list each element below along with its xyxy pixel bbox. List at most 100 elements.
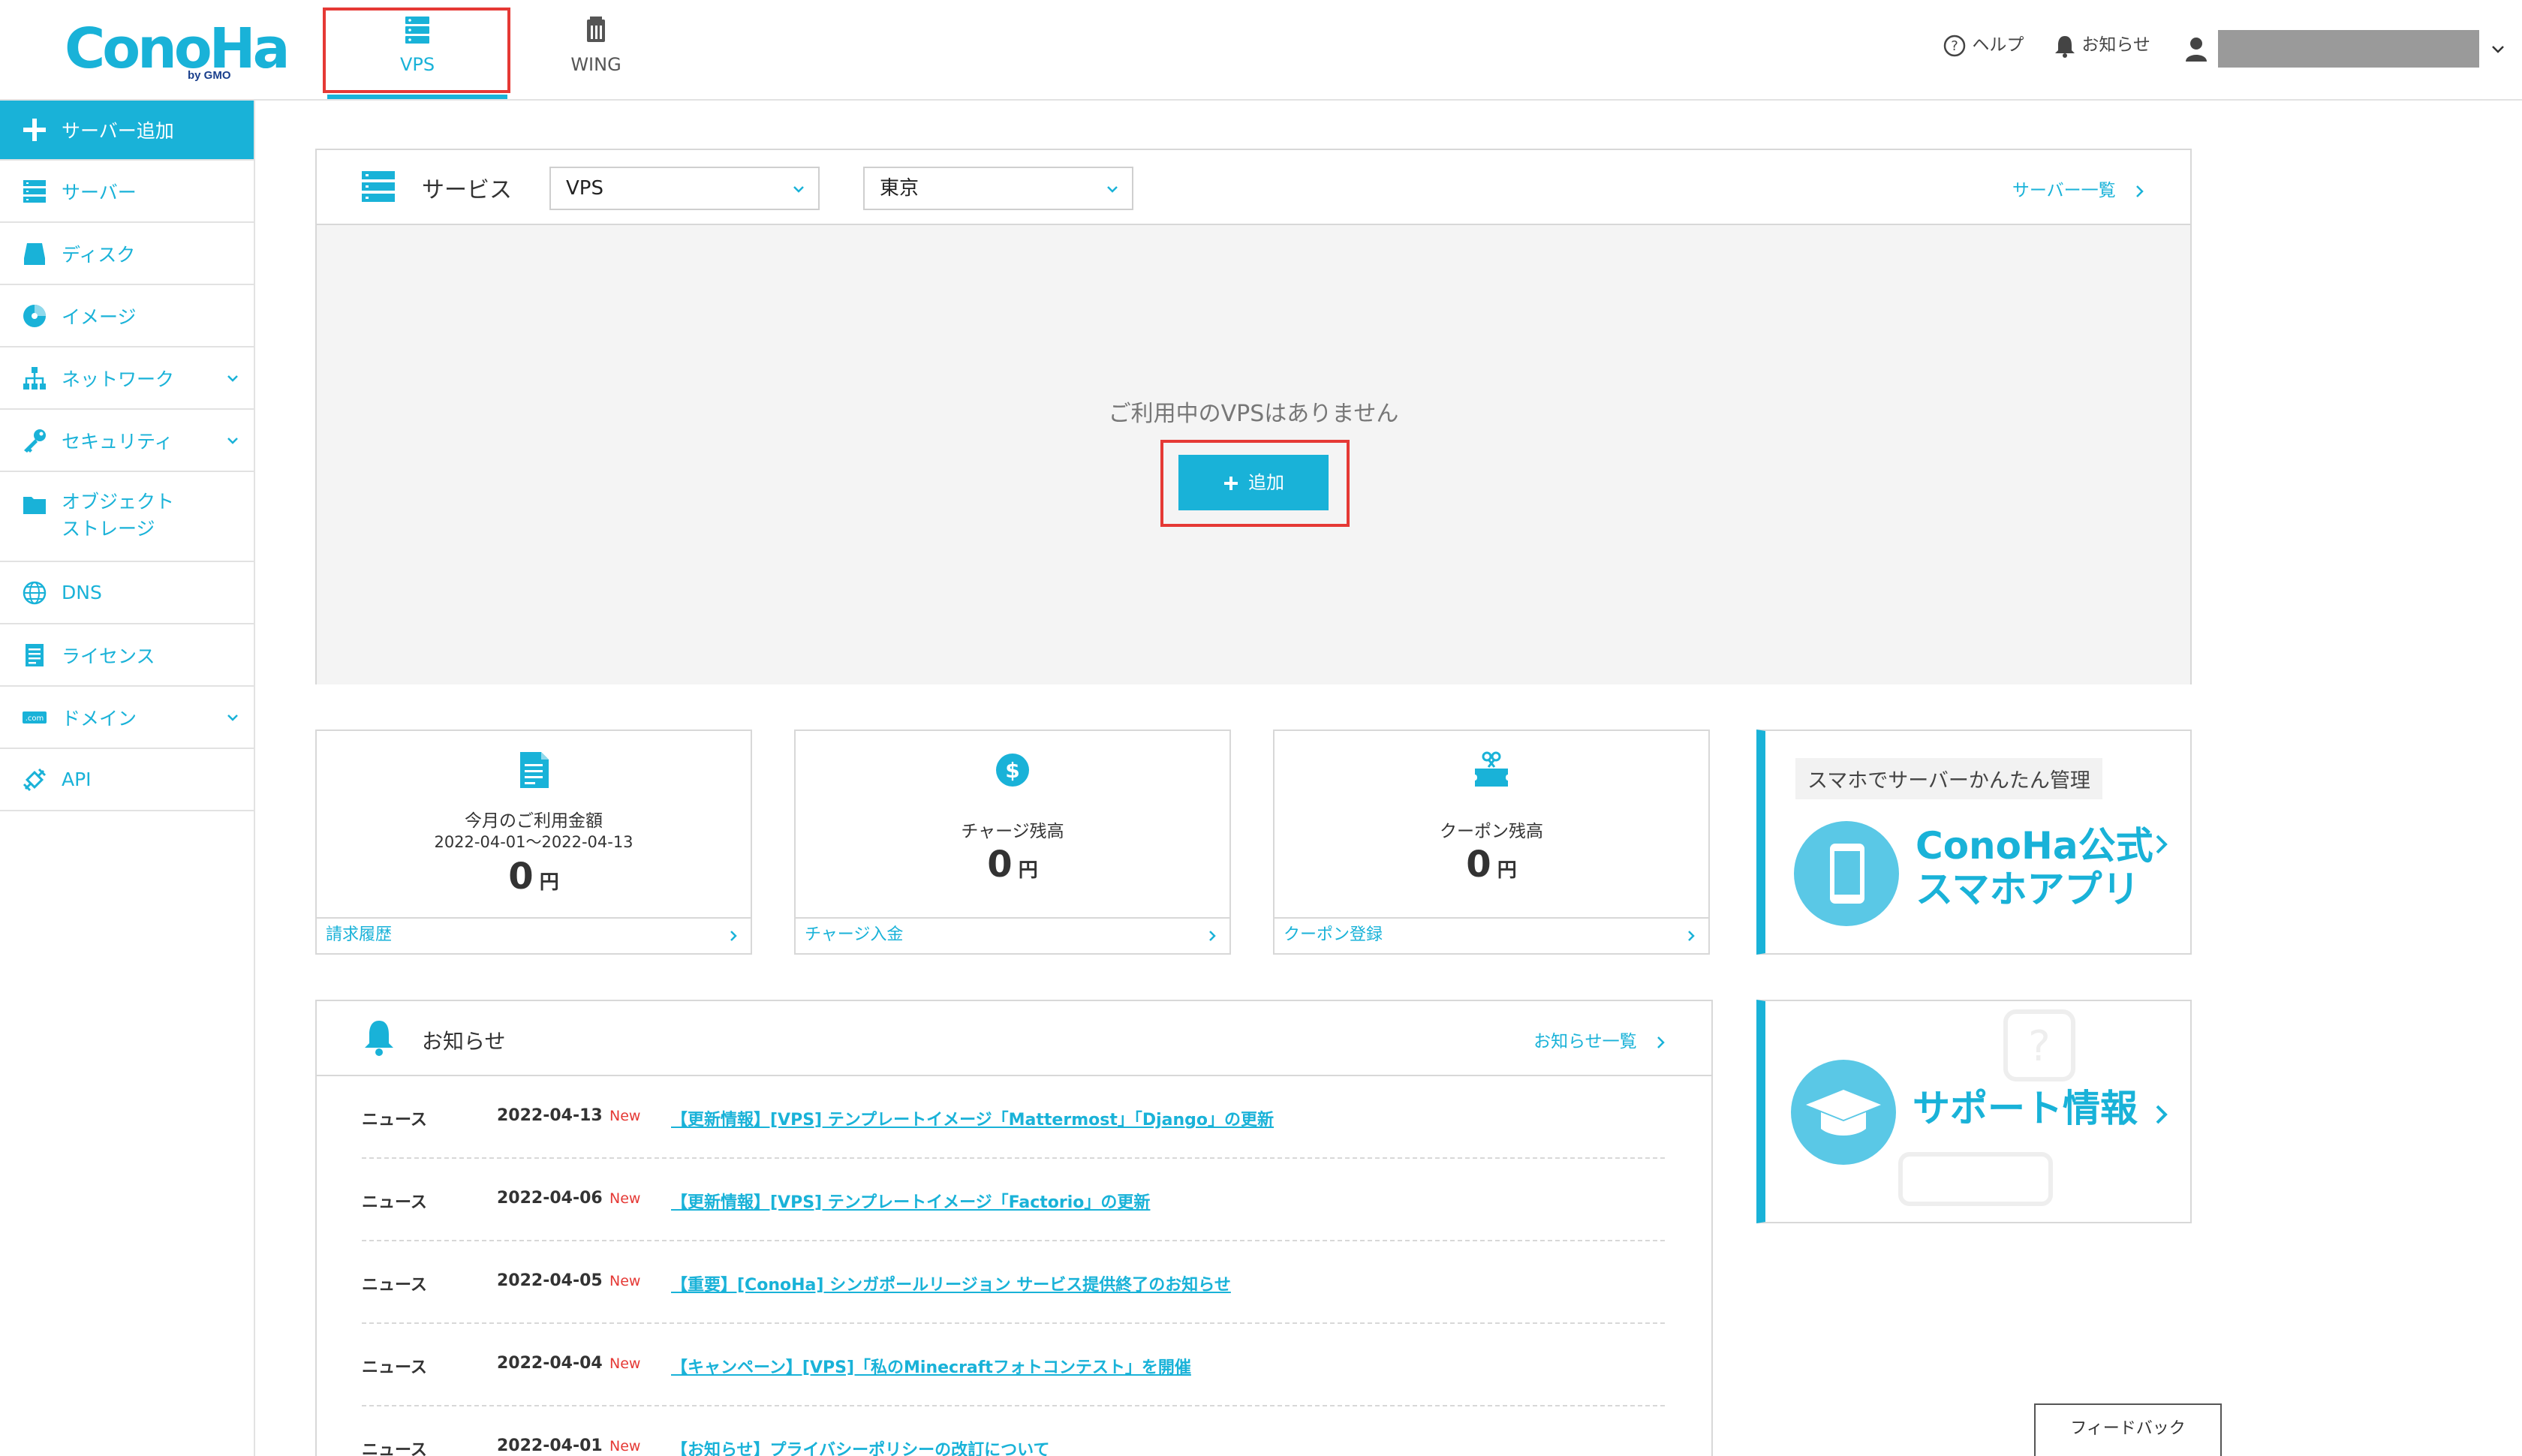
license-icon: [26, 643, 44, 666]
chevron-right-icon: [2156, 835, 2168, 854]
bell-icon: [2055, 35, 2075, 58]
charge-card: $ チャージ残高 0円 チャージ入金: [794, 730, 1231, 955]
user-icon: [2186, 38, 2207, 62]
sidebar-item-network[interactable]: ネットワーク: [0, 347, 254, 410]
plus-icon: [23, 119, 46, 141]
conoha-logo[interactable]: ConoHa by GMO: [65, 17, 290, 82]
app-title-line1: ConoHa公式: [1916, 824, 2153, 868]
svg-text:.com: .com: [26, 714, 44, 723]
chevron-right-icon: [2136, 185, 2144, 197]
service-type-select[interactable]: VPS: [549, 167, 820, 210]
help-link[interactable]: ? ヘルプ: [1943, 30, 2024, 60]
sidebar-item-api[interactable]: API: [0, 749, 254, 811]
support-info-banner[interactable]: ? サポート情報: [1756, 1000, 2192, 1223]
service-type-value: VPS: [566, 177, 603, 200]
globe-icon: [23, 581, 47, 604]
user-name-redacted: [2218, 30, 2480, 68]
sidebar-item-label: サーバー追加: [62, 120, 174, 142]
sidebar-item-disk[interactable]: ディスク: [0, 223, 254, 285]
news-link[interactable]: 【お知らせ】プライバシーポリシーの改訂について: [671, 1436, 1049, 1456]
coupon-amount-unit: 円: [1497, 859, 1517, 882]
sidebar-item-add-server[interactable]: サーバー追加: [0, 101, 254, 161]
news-category: ニュース: [362, 1358, 427, 1377]
usage-amount-unit: 円: [539, 871, 559, 894]
server-list-label: サーバー一覧: [2012, 181, 2116, 200]
coupon-amount: 0円: [1275, 844, 1708, 886]
app-title: ConoHa公式 スマホアプリ: [1916, 824, 2153, 911]
new-badge: New: [609, 1355, 641, 1372]
news-link[interactable]: 【更新情報】[VPS] テンプレートイメージ「Factorio」の更新: [671, 1189, 1150, 1213]
chevron-right-icon: [1657, 1036, 1665, 1048]
smartphone-app-banner[interactable]: スマホでサーバーかんたん管理 ConoHa公式 スマホアプリ: [1756, 730, 2192, 955]
charge-deposit-label: チャージ入金: [805, 925, 904, 944]
svg-text:$: $: [1005, 758, 1019, 783]
news-date: 2022-04-06: [497, 1189, 603, 1208]
sidebar-item-license[interactable]: ライセンス: [0, 624, 254, 687]
coupon-amount-value: 0: [1466, 844, 1491, 886]
svg-text:?: ?: [2028, 1022, 2051, 1071]
sidebar-item-dns[interactable]: DNS: [0, 562, 254, 624]
folder-icon: [23, 497, 46, 514]
news-link[interactable]: 【キャンペーン】[VPS]「私のMinecraftフォトコンテスト」を開催: [671, 1354, 1191, 1378]
sidebar-item-label: DNS: [62, 582, 102, 603]
feedback-button[interactable]: フィードバック: [2034, 1403, 2222, 1456]
user-menu[interactable]: [2184, 30, 2506, 68]
billing-history-link[interactable]: 請求履歴: [317, 917, 751, 953]
sidebar-item-image[interactable]: イメージ: [0, 285, 254, 347]
sidebar-item-label: セキュリティ: [62, 430, 173, 453]
sidebar-item-domain[interactable]: .com ドメイン: [0, 687, 254, 749]
sidebar-item-label: オブジェクト ストレージ: [62, 491, 175, 540]
sidebar-item-object-storage[interactable]: オブジェクト ストレージ: [0, 472, 254, 562]
server-list-link[interactable]: サーバー一覧: [2012, 176, 2147, 201]
chevron-down-icon: [227, 375, 238, 382]
network-icon: [23, 366, 46, 390]
chevron-right-icon: [730, 931, 737, 941]
coupon-icon: [1475, 751, 1508, 787]
chevron-down-icon: [793, 186, 804, 193]
new-badge: New: [609, 1190, 641, 1207]
news-item: ニュース 2022-04-05 New 【重要】[ConoHa] シンガポールリ…: [362, 1241, 1665, 1324]
chevron-down-icon: [1107, 186, 1118, 193]
service-panel: サービス VPS 東京 サーバー一覧 ご利用中のVPSはありません 追加: [315, 149, 2192, 684]
empty-vps-message: ご利用中のVPSはありません: [1108, 401, 1399, 427]
header-news-label: お知らせ: [2081, 35, 2150, 55]
app-title-line2: スマホアプリ: [1916, 868, 2140, 911]
news-item: ニュース 2022-04-04 New 【キャンペーン】[VPS]「私のMine…: [362, 1324, 1665, 1406]
phone-icon: [1830, 844, 1864, 904]
nav-wing[interactable]: WING: [525, 6, 667, 98]
sidebar: サーバー追加 サーバー ディスク イメージ ネットワーク セキュリティ オブジェ…: [0, 101, 255, 1456]
coupon-label: クーポン残高: [1440, 822, 1543, 841]
nav-vps[interactable]: VPS: [324, 6, 510, 99]
charge-deposit-link[interactable]: チャージ入金: [796, 917, 1229, 953]
news-category: ニュース: [362, 1193, 427, 1212]
region-select[interactable]: 東京: [863, 167, 1133, 210]
chevron-down-icon: [227, 714, 238, 721]
coupon-register-label: クーポン登録: [1284, 925, 1383, 944]
news-link[interactable]: 【重要】[ConoHa] シンガポールリージョン サービス提供終了のお知らせ: [671, 1271, 1231, 1295]
image-icon: [23, 304, 46, 327]
service-panel-header: サービス VPS 東京 サーバー一覧: [317, 150, 2190, 225]
news-item: ニュース 2022-04-06 New 【更新情報】[VPS] テンプレートイメ…: [362, 1159, 1665, 1241]
sidebar-item-security[interactable]: セキュリティ: [0, 410, 254, 472]
sidebar-item-server[interactable]: サーバー: [0, 161, 254, 223]
dollar-icon: $: [996, 754, 1029, 787]
service-title: サービス: [422, 177, 512, 203]
chevron-right-icon: [1688, 931, 1695, 941]
header-news-link[interactable]: お知らせ: [2054, 30, 2150, 60]
billing-history-label: 請求履歴: [326, 925, 393, 944]
usage-card: 今月のご利用金額 2022-04-01〜2022-04-13 0円 請求履歴: [315, 730, 752, 955]
sidebar-item-label: ドメイン: [62, 707, 137, 730]
news-item: ニュース 2022-04-01 New 【お知らせ】プライバシーポリシーの改訂に…: [362, 1406, 1665, 1456]
usage-period: 2022-04-01〜2022-04-13: [434, 833, 634, 851]
service-panel-body: ご利用中のVPSはありません 追加: [317, 225, 2190, 684]
news-list-link[interactable]: お知らせ一覧: [1533, 1027, 1668, 1052]
new-badge: New: [609, 1108, 641, 1124]
news-link[interactable]: 【更新情報】[VPS] テンプレートイメージ「Mattermost」「Djang…: [671, 1106, 1274, 1130]
coupon-register-link[interactable]: クーポン登録: [1275, 917, 1708, 953]
invoice-icon: [520, 752, 549, 788]
bell-icon: [365, 1021, 393, 1056]
chevron-right-icon: [1209, 931, 1216, 941]
add-vps-button[interactable]: 追加: [1178, 455, 1329, 510]
usage-amount: 0円: [317, 856, 751, 898]
sidebar-item-label: イメージ: [62, 305, 137, 328]
